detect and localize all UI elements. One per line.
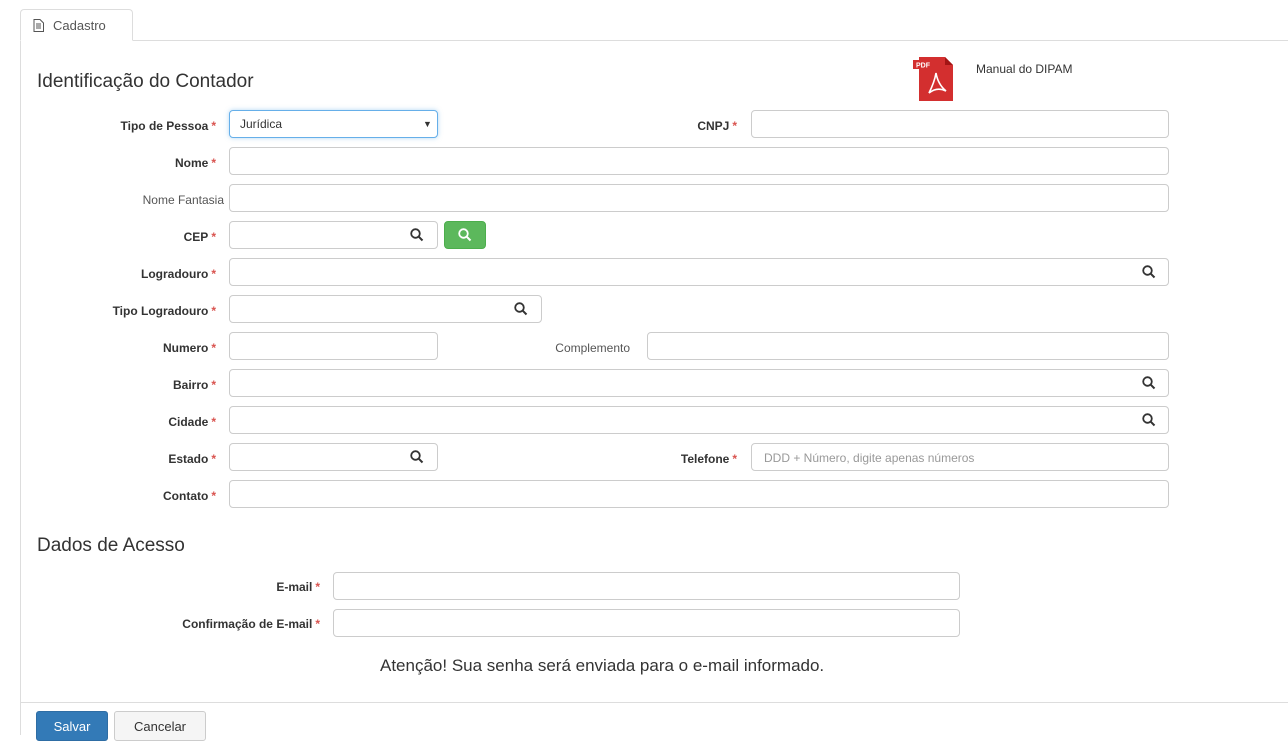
panel-border	[20, 41, 21, 735]
estado-input[interactable]	[229, 443, 438, 471]
save-button[interactable]: Salvar	[36, 711, 108, 741]
search-icon[interactable]	[410, 228, 424, 242]
telefone-placeholder: DDD + Número, digite apenas números	[764, 451, 975, 465]
search-icon[interactable]	[1142, 265, 1156, 279]
email-confirm-input[interactable]	[333, 609, 960, 637]
password-notice: Atenção! Sua senha será enviada para o e…	[380, 656, 825, 675]
nome-fantasia-input[interactable]	[229, 184, 1169, 212]
bairro-input[interactable]	[229, 369, 1169, 397]
search-icon[interactable]	[410, 450, 424, 464]
nome-fantasia-label: Nome Fantasia	[142, 193, 224, 207]
nome-label: Nome *	[174, 156, 216, 170]
cidade-input[interactable]	[229, 406, 1169, 434]
telefone-input[interactable]: DDD + Número, digite apenas números	[751, 443, 1169, 471]
cep-input[interactable]	[229, 221, 438, 249]
tab-cadastro[interactable]: Cadastro	[20, 9, 133, 41]
email-confirm-label: Confirmação de E-mail *	[182, 617, 320, 631]
cidade-label: Cidade *	[168, 415, 216, 429]
pdf-badge-text: PDF	[916, 63, 931, 70]
section-title-identificacao: Identificação do Contador	[37, 71, 254, 92]
search-icon	[458, 228, 472, 242]
chevron-down-icon: ▼	[423, 119, 432, 129]
contato-label: Contato *	[163, 489, 216, 503]
tab-bar-border	[20, 40, 1288, 41]
logradouro-input[interactable]	[229, 258, 1169, 286]
complemento-label: Complemento	[555, 341, 630, 355]
numero-label: Numero *	[162, 341, 216, 355]
cnpj-label: CNPJ *	[697, 119, 737, 133]
complemento-input[interactable]	[647, 332, 1169, 360]
tipo-pessoa-value: Jurídica	[240, 117, 283, 131]
section-title-dados-acesso: Dados de Acesso	[37, 535, 185, 556]
telefone-label: Telefone *	[680, 452, 737, 466]
contato-input[interactable]	[229, 480, 1169, 508]
tipo-logradouro-input[interactable]	[229, 295, 542, 323]
logradouro-label: Logradouro *	[141, 267, 216, 281]
search-icon[interactable]	[514, 302, 528, 316]
cnpj-input[interactable]	[751, 110, 1169, 138]
email-label: E-mail *	[276, 580, 320, 594]
estado-label: Estado *	[168, 452, 216, 466]
tab-label: Cadastro	[53, 17, 106, 33]
footer-divider	[20, 702, 1288, 703]
email-input[interactable]	[333, 572, 960, 600]
search-icon[interactable]	[1142, 376, 1156, 390]
tipo-pessoa-label: Tipo de Pessoa *	[120, 119, 216, 133]
tipo-pessoa-select[interactable]: Jurídica ▼	[229, 110, 438, 138]
manual-dipam-link[interactable]: Manual do DIPAM	[976, 62, 1073, 76]
search-icon[interactable]	[1142, 413, 1156, 427]
nome-input[interactable]	[229, 147, 1169, 175]
tipo-logradouro-label: Tipo Logradouro *	[112, 304, 216, 318]
document-icon	[33, 18, 44, 32]
bairro-label: Bairro *	[172, 378, 216, 392]
numero-input[interactable]	[229, 332, 438, 360]
pdf-icon[interactable]: PDF	[913, 57, 955, 104]
cep-label: CEP *	[183, 230, 216, 244]
cep-search-button[interactable]	[444, 221, 486, 249]
cancel-button[interactable]: Cancelar	[114, 711, 206, 741]
